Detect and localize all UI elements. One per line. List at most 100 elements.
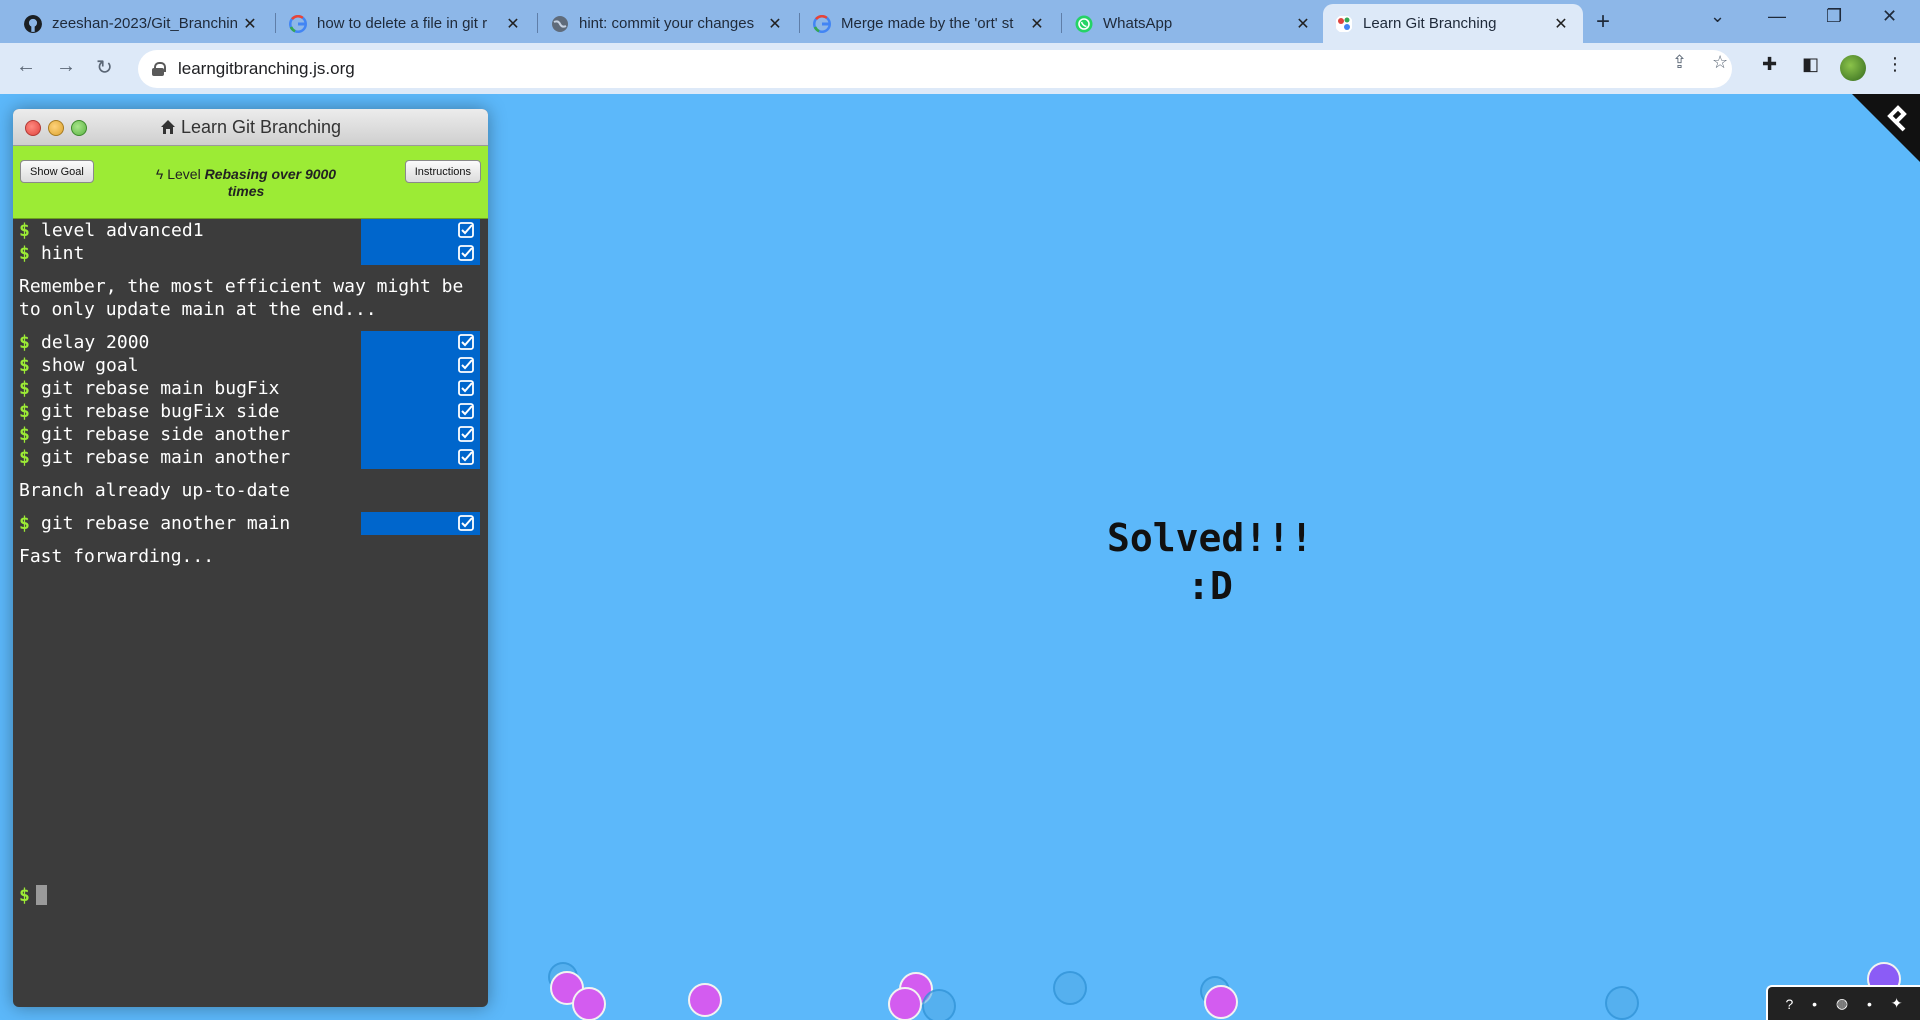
prompt-symbol: $ (19, 447, 30, 468)
command-history: $ level advanced1 $ hint Remember, the m… (13, 219, 488, 1007)
command-line: $ git rebase another main (13, 512, 488, 535)
instructions-button[interactable]: Instructions (404, 160, 481, 183)
close-window-icon[interactable]: ✕ (1882, 6, 1897, 27)
tab-strip: zeeshan-2023/Git_Branchin ✕ how to delet… (0, 0, 1920, 43)
maximize-dot-icon[interactable] (71, 120, 87, 136)
dot-separator-icon: • (1812, 995, 1818, 1012)
level-prefix: Level (167, 166, 201, 182)
restore-icon[interactable]: ❐ (1826, 6, 1842, 27)
tab-whatsapp[interactable]: WhatsApp ✕ (1063, 4, 1325, 43)
command-text: level advanced1 (41, 220, 204, 241)
tab-title: how to delete a file in git r (317, 15, 488, 32)
tab-google-delete[interactable]: how to delete a file in git r ✕ (277, 4, 535, 43)
checkbox-checked-icon (458, 222, 474, 238)
terminal-title-text: Learn Git Branching (180, 116, 342, 137)
corner-ribbon[interactable] (1852, 94, 1920, 162)
globe-icon (552, 15, 568, 32)
bookmark-star-icon[interactable]: ☆ (1712, 52, 1728, 73)
command-line: $ git rebase main another (13, 446, 488, 469)
checkbox-checked-icon (458, 380, 474, 396)
url-text[interactable]: learngitbranching.js.org (178, 59, 355, 79)
tab-github[interactable]: zeeshan-2023/Git_Branchin ✕ (12, 4, 272, 43)
commit-node[interactable] (888, 987, 922, 1020)
command-text: git rebase another main (41, 513, 291, 534)
command-text: hint (41, 243, 85, 264)
prompt-symbol: $ (19, 378, 30, 399)
globe-icon[interactable]: ◍ (1836, 995, 1848, 1012)
tab-search-icon[interactable]: ⌄ (1710, 6, 1725, 27)
commit-node[interactable] (688, 983, 722, 1017)
google-icon (289, 14, 307, 33)
commit-node[interactable] (1204, 985, 1238, 1019)
commit-node-ghost (1053, 971, 1087, 1005)
close-icon[interactable]: ✕ (1551, 14, 1571, 34)
command-prompt[interactable]: $ (19, 884, 47, 906)
tab-learn-git-branching[interactable]: Learn Git Branching ✕ (1323, 4, 1583, 43)
checkbox-checked-icon (458, 334, 474, 350)
command-line: $ git rebase main bugFix (13, 377, 488, 400)
close-icon[interactable]: ✕ (503, 14, 523, 34)
text-cursor[interactable] (35, 885, 47, 905)
close-icon[interactable]: ✕ (1027, 14, 1047, 34)
tab-hint-commit[interactable]: hint: commit your changes ✕ (539, 4, 797, 43)
forward-icon[interactable]: → (56, 55, 76, 78)
commit-node[interactable] (572, 987, 606, 1020)
level-indicator: ϟ Level Rebasing over 9000 times (146, 166, 346, 200)
commit-node-ghost (922, 989, 956, 1020)
checkbox-checked-icon (458, 449, 474, 465)
commit-node-ghost (1605, 986, 1639, 1020)
tab-separator (799, 13, 800, 33)
prompt-symbol: $ (19, 243, 30, 264)
terminal-title: Learn Git Branching (160, 117, 341, 138)
show-goal-button[interactable]: Show Goal (20, 160, 94, 183)
command-line: $ delay 2000 (13, 331, 488, 354)
lock-icon[interactable] (152, 62, 166, 76)
tab-google-merge[interactable]: Merge made by the 'ort' st ✕ (801, 4, 1059, 43)
command-line: $ git rebase side another (13, 423, 488, 446)
close-icon[interactable]: ✕ (240, 14, 260, 34)
menu-kebab-icon[interactable]: ⋮ (1886, 54, 1904, 75)
browser-toolbar: ← → ↻ learngitbranching.js.org ⇪ ☆ ✚ ◧ ⋮ (0, 43, 1920, 94)
extensions-icon[interactable]: ✚ (1762, 54, 1777, 75)
prompt-symbol: $ (19, 401, 30, 422)
whatsapp-icon (1075, 15, 1093, 32)
checkbox-checked-icon (458, 515, 474, 531)
minimize-dot-icon[interactable] (48, 120, 64, 136)
command-status (361, 423, 480, 446)
command-output: Fast forwarding... (19, 546, 215, 567)
tab-separator (537, 13, 538, 33)
command-text: delay 2000 (41, 332, 150, 353)
prompt-symbol: $ (19, 884, 30, 906)
solved-line-2: :D (1187, 564, 1233, 608)
profile-avatar[interactable] (1840, 55, 1866, 81)
minimize-icon[interactable]: — (1768, 6, 1786, 27)
command-text: git rebase side another (41, 424, 291, 445)
solved-message: Solved!!! :D (1050, 514, 1370, 610)
footer-toolbar: ? • ◍ • ✦ (1766, 985, 1920, 1020)
command-text: show goal (41, 355, 139, 376)
home-icon (160, 120, 175, 134)
address-bar[interactable]: learngitbranching.js.org (138, 50, 1732, 88)
close-dot-icon[interactable] (25, 120, 41, 136)
command-text: git rebase main bugFix (41, 378, 280, 399)
tab-title: hint: commit your changes (579, 15, 755, 32)
command-status (361, 377, 480, 400)
prompt-symbol: $ (19, 513, 30, 534)
hint-output: Remember, the most efficient way might b… (19, 276, 475, 320)
new-tab-button[interactable]: + (1596, 8, 1610, 36)
reload-icon[interactable]: ↻ (96, 55, 113, 80)
back-icon[interactable]: ← (16, 55, 36, 78)
share-icon[interactable]: ⇪ (1672, 52, 1687, 73)
close-icon[interactable]: ✕ (765, 14, 785, 34)
prompt-symbol: $ (19, 424, 30, 445)
twitter-icon[interactable]: ✦ (1891, 995, 1903, 1012)
solved-line-1: Solved!!! (1107, 516, 1313, 560)
side-panel-icon[interactable]: ◧ (1802, 54, 1819, 75)
close-icon[interactable]: ✕ (1293, 14, 1313, 34)
terminal-window: Learn Git Branching Show Goal ϟ Level Re… (13, 109, 488, 1007)
help-icon[interactable]: ? (1785, 996, 1793, 1012)
command-status (361, 242, 480, 265)
prompt-symbol: $ (19, 220, 30, 241)
command-status (361, 512, 480, 535)
checkbox-checked-icon (458, 403, 474, 419)
